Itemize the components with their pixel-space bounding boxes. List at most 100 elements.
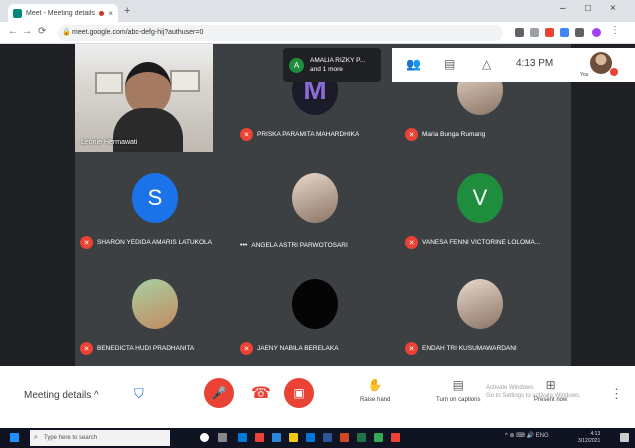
participant-tile[interactable]: V ✕ VANESA FENNI VICTORINE LOLOMA... bbox=[400, 152, 560, 255]
close-window-button[interactable]: × bbox=[610, 3, 616, 14]
excel-icon[interactable] bbox=[357, 433, 366, 442]
notifications-icon[interactable] bbox=[620, 433, 629, 442]
microphone-toggle-button[interactable]: 🎤 bbox=[204, 378, 234, 408]
address-bar[interactable]: 🔒 meet.google.com/abc-defg-hij?authuser=… bbox=[58, 25, 503, 41]
forward-icon[interactable]: → bbox=[22, 26, 32, 37]
presenter-name: Leonie Hermawati bbox=[81, 139, 138, 146]
file-explorer-icon[interactable] bbox=[289, 433, 298, 442]
windows-start-icon[interactable] bbox=[10, 433, 19, 442]
participant-avatar: V bbox=[457, 173, 503, 223]
participant-avatar bbox=[292, 173, 338, 223]
participant-avatar bbox=[292, 279, 338, 329]
word-icon[interactable] bbox=[323, 433, 332, 442]
self-avatar[interactable] bbox=[590, 52, 612, 74]
app-icon[interactable] bbox=[374, 433, 383, 442]
presenter-video[interactable]: Leonie Hermawati bbox=[75, 44, 213, 152]
participant-name: VANESA FENNI VICTORINE LOLOMA... bbox=[422, 239, 541, 246]
participant-tile[interactable]: ••• ANGELA ASTRI PARWOTOSARI bbox=[235, 152, 395, 255]
presenter-figure bbox=[125, 62, 171, 114]
participant-avatar bbox=[457, 279, 503, 329]
maximize-button[interactable]: □ bbox=[585, 3, 591, 14]
browser-tabstrip: Meet - Meeting details × + – □ × bbox=[0, 0, 635, 22]
mic-off-icon: ✕ bbox=[240, 342, 253, 355]
back-icon[interactable]: ← bbox=[8, 26, 18, 37]
extension-icon[interactable] bbox=[560, 28, 569, 37]
mic-off-icon: ✕ bbox=[80, 236, 93, 249]
chevron-up-icon: ^ bbox=[94, 390, 99, 401]
popup-text: AMALIA RIZKY P... and 1 more bbox=[310, 56, 365, 74]
meeting-details-label: Meeting details bbox=[24, 390, 92, 401]
people-icon[interactable]: 👥 bbox=[406, 57, 421, 71]
profile-avatar[interactable] bbox=[592, 28, 601, 37]
search-placeholder: Type here to search bbox=[44, 435, 98, 441]
recording-dot-icon bbox=[99, 10, 105, 16]
leave-call-button[interactable]: ☎ bbox=[246, 378, 276, 408]
participant-name: Maria Bunga Rumang bbox=[422, 131, 486, 138]
participant-name: PRISKA PARAMITA MAHARDHIKA bbox=[257, 131, 360, 138]
puzzle-icon[interactable] bbox=[575, 28, 584, 37]
participant-tile[interactable]: S ✕ SHARON YEDIDA AMARIS LATUKOLA bbox=[75, 152, 235, 255]
app-icon[interactable] bbox=[391, 433, 400, 442]
camera-toggle-button[interactable]: ▣ bbox=[284, 378, 314, 408]
participant-name: ENDAH TRI KUSUMAWARDANI bbox=[422, 345, 517, 352]
wall-frame-decoration bbox=[95, 72, 123, 94]
browser-toolbar: ← → ⟳ 🔒 meet.google.com/abc-defg-hij?aut… bbox=[0, 22, 635, 44]
wall-frame-decoration bbox=[170, 70, 200, 92]
taskbar-clock[interactable]: 4:13 3/12/2021 bbox=[578, 431, 600, 445]
screen: Meet - Meeting details × + – □ × ← → ⟳ 🔒… bbox=[0, 0, 635, 448]
participant-tile[interactable]: ✕ ENDAH TRI KUSUMAWARDANI bbox=[400, 258, 560, 361]
participant-name-row: ✕ ENDAH TRI KUSUMAWARDANI bbox=[405, 342, 517, 355]
tab-close-icon[interactable]: × bbox=[108, 9, 113, 18]
mic-off-icon: ✕ bbox=[405, 342, 418, 355]
activate-windows-watermark: Activate Windows Go to Settings to activ… bbox=[486, 384, 581, 400]
participant-joined-popup[interactable]: A AMALIA RIZKY P... and 1 more bbox=[283, 48, 381, 82]
cortana-icon[interactable] bbox=[200, 433, 209, 442]
browser-menu-icon[interactable]: ⋮ bbox=[610, 25, 620, 36]
meeting-details-button[interactable]: Meeting details ^ bbox=[24, 390, 99, 401]
new-tab-button[interactable]: + bbox=[124, 5, 130, 17]
store-icon[interactable] bbox=[306, 433, 315, 442]
minimize-button[interactable]: – bbox=[560, 3, 566, 14]
edge-icon[interactable] bbox=[238, 433, 247, 442]
participant-tile[interactable]: ✕ BENEDICTA HUDI PRADHANITA bbox=[75, 258, 235, 361]
shield-icon[interactable]: ⛉ bbox=[134, 386, 144, 402]
mic-off-icon: 🎤 bbox=[211, 386, 227, 400]
participant-avatar: S bbox=[132, 173, 178, 223]
participant-avatar bbox=[132, 279, 178, 329]
participant-name-row: ✕ Maria Bunga Rumang bbox=[405, 128, 485, 141]
lock-icon: 🔒 bbox=[62, 29, 71, 36]
extension-icon[interactable] bbox=[545, 28, 554, 37]
hang-up-icon: ☎ bbox=[251, 385, 271, 402]
popup-avatar: A bbox=[289, 57, 304, 73]
participant-name: JAENY NABILA BERELAKA bbox=[257, 345, 339, 352]
bookmark-star-icon[interactable] bbox=[530, 28, 539, 37]
mic-off-icon: ✕ bbox=[405, 128, 418, 141]
popup-more: and 1 more bbox=[310, 66, 343, 73]
task-view-icon[interactable] bbox=[218, 433, 227, 442]
chat-icon[interactable]: ▤ bbox=[444, 57, 455, 71]
tab-title: Meet - Meeting details bbox=[26, 9, 95, 17]
powerpoint-icon[interactable] bbox=[340, 433, 349, 442]
meeting-stage: M ✕ PRISKA PARAMITA MAHARDHIKA ✕ Maria B… bbox=[0, 44, 635, 366]
camera-indicator-icon[interactable] bbox=[515, 28, 524, 37]
participant-tile[interactable]: ✕ JAENY NABILA BERELAKA bbox=[235, 258, 395, 361]
taskbar-search-input[interactable]: ⌕ Type here to search bbox=[30, 430, 170, 446]
raise-hand-button[interactable]: ✋ Raise hand bbox=[360, 378, 390, 403]
self-label: You bbox=[580, 72, 589, 78]
mic-off-icon: ✕ bbox=[240, 128, 253, 141]
app-icon[interactable] bbox=[272, 433, 281, 442]
browser-tab[interactable]: Meet - Meeting details × bbox=[8, 4, 118, 22]
pin-icon[interactable]: ••• bbox=[240, 242, 247, 249]
participant-name-row: ••• ANGELA ASTRI PARWOTOSARI bbox=[240, 242, 348, 249]
self-mic-off-icon bbox=[610, 68, 618, 76]
captions-button[interactable]: ▤ Turn on captions bbox=[436, 378, 480, 403]
activities-icon[interactable]: △ bbox=[482, 57, 491, 71]
meet-top-bar: 👥 ▤ △ 4:13 PM You bbox=[392, 48, 635, 82]
chrome-icon[interactable] bbox=[255, 433, 264, 442]
reload-icon[interactable]: ⟳ bbox=[38, 26, 46, 37]
meet-favicon-icon bbox=[13, 8, 22, 18]
raise-hand-label: Raise hand bbox=[360, 397, 391, 403]
hand-icon: ✋ bbox=[367, 378, 383, 392]
system-tray[interactable]: ^ ⊕ ⌨ 🔊 ENG bbox=[505, 432, 549, 439]
more-options-icon[interactable]: ⋮ bbox=[610, 386, 623, 402]
